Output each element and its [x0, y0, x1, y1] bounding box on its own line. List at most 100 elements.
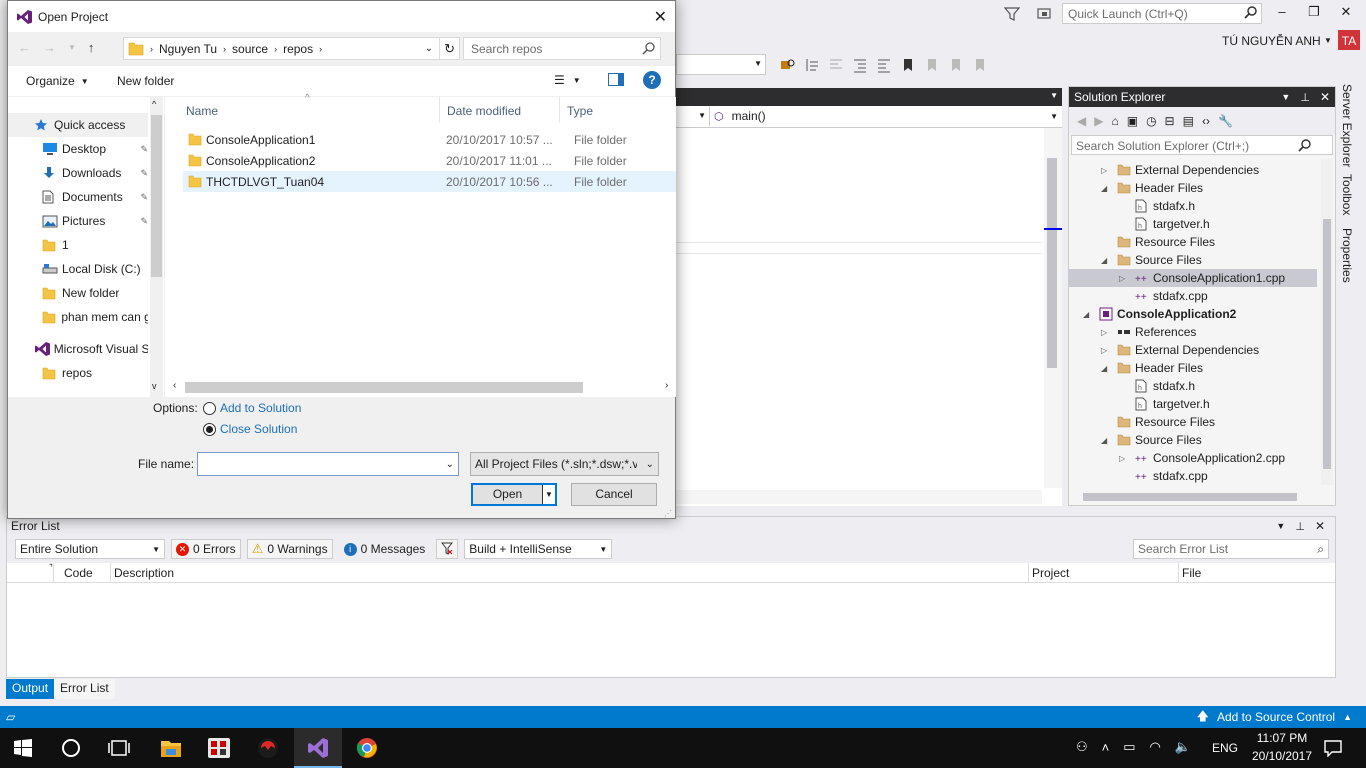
next-bookmark-icon[interactable] [948, 57, 964, 73]
file-type-filter[interactable]: All Project Files (*.sln;*.dsw;*.vc ⌄ [470, 452, 659, 476]
add-to-source-control[interactable]: Add to Source Control [1217, 710, 1335, 724]
organize-button[interactable]: Organize ▼ [26, 74, 89, 88]
scrollbar-thumb[interactable] [185, 382, 583, 393]
forward-arrow-icon[interactable]: → [43, 40, 56, 55]
close-icon[interactable]: ✕ [1320, 90, 1330, 104]
chevron-down-icon[interactable]: ▼ [1050, 91, 1058, 100]
pin-icon[interactable]: ✎ [140, 144, 148, 155]
chevron-down-icon[interactable]: ▼ [1324, 36, 1332, 45]
expanded-arrow-icon[interactable]: ◢ [1101, 436, 1117, 445]
tab-output[interactable]: Output [6, 679, 55, 699]
errors-filter-button[interactable]: ✕ 0 Errors [171, 539, 241, 559]
comment-icon[interactable] [828, 57, 844, 73]
file-list-hscrollbar[interactable]: ‹ › [173, 380, 673, 394]
expanded-arrow-icon[interactable]: ◢ [1101, 256, 1117, 265]
radio-button-selected[interactable] [203, 422, 216, 436]
close-solution-radio[interactable]: Close Solution [203, 422, 297, 436]
server-explorer-tab[interactable]: Server Explorer [1340, 84, 1354, 167]
visual-studio-taskbar-button[interactable] [294, 728, 342, 768]
warnings-filter-button[interactable]: ⚠ 0 Warnings [246, 539, 333, 559]
chrome-icon[interactable] [356, 737, 378, 759]
radio-button[interactable] [203, 401, 216, 415]
action-center-icon[interactable] [1324, 739, 1342, 757]
tab-error-list[interactable]: Error List [54, 679, 115, 699]
open-options-icon[interactable]: ▼ [542, 485, 555, 504]
tree-item[interactable]: Resource Files [1069, 233, 1317, 251]
solution-config-dropdown[interactable]: ▼ [676, 54, 766, 75]
wifi-icon[interactable]: ◠ [1150, 739, 1161, 755]
chevron-down-icon[interactable]: ▼ [573, 76, 581, 85]
properties-icon[interactable]: 🔧 [1218, 114, 1233, 128]
column-code[interactable]: Code [64, 566, 93, 580]
nav-item[interactable]: repos [8, 361, 148, 385]
clear-bookmarks-icon[interactable] [972, 57, 988, 73]
outdent-icon[interactable] [876, 57, 892, 73]
cancel-button[interactable]: Cancel [571, 483, 657, 506]
expanded-arrow-icon[interactable]: ◢ [1083, 310, 1099, 319]
tree-item[interactable]: ▷ References [1069, 323, 1317, 341]
collapsed-arrow-icon[interactable]: ▷ [1101, 166, 1117, 175]
collapse-all-icon[interactable]: ⊟ [1165, 114, 1175, 128]
view-icon[interactable]: ☰ [554, 73, 565, 87]
breadcrumb-item[interactable]: repos [283, 42, 313, 56]
pin-icon[interactable]: ✎ [140, 216, 148, 227]
tree-item[interactable]: ◢ Source Files [1069, 431, 1317, 449]
pin-icon[interactable]: ✎ [140, 192, 148, 203]
horizontal-scrollbar[interactable] [676, 490, 1042, 504]
chevron-up-icon[interactable]: ▲ [1343, 712, 1352, 722]
restore-icon[interactable]: ❐ [1302, 4, 1326, 24]
dialog-search-input[interactable]: Search repos [463, 37, 661, 60]
new-folder-button[interactable]: New folder [117, 74, 174, 88]
nav-item[interactable]: Pictures ✎ [8, 209, 148, 233]
nav-item[interactable]: Downloads ✎ [8, 161, 148, 185]
scrollbar-thumb[interactable] [151, 115, 162, 277]
garena-icon[interactable] [257, 737, 279, 759]
close-icon[interactable]: ✕ [1334, 4, 1358, 24]
messages-filter-button[interactable]: i 0 Messages [339, 539, 431, 559]
add-to-solution-radio[interactable]: Add to Solution [203, 401, 301, 415]
volume-icon[interactable]: 🔈 [1175, 739, 1191, 755]
pin-icon[interactable]: ⊥ [1300, 91, 1310, 104]
resize-grip-icon[interactable]: ⋰ [664, 509, 672, 518]
battery-icon[interactable]: ▭ [1123, 739, 1135, 755]
column-date-modified[interactable]: Date modified [447, 104, 521, 118]
pin-icon[interactable]: ⊥ [1295, 520, 1305, 533]
expanded-arrow-icon[interactable]: ◢ [1101, 364, 1117, 373]
tree-item[interactable]: ◢ Header Files [1069, 359, 1317, 377]
build-filter-dropdown[interactable]: Build + IntelliSense ▼ [464, 539, 613, 559]
cortana-icon[interactable] [62, 739, 80, 757]
close-icon[interactable]: ✕ [654, 7, 667, 27]
scrollbar-thumb[interactable] [1083, 493, 1297, 501]
collapsed-arrow-icon[interactable]: ▷ [1101, 328, 1117, 337]
language-indicator[interactable]: ENG [1212, 741, 1238, 755]
nav-item[interactable]: 1 [8, 233, 148, 257]
task-view-icon[interactable] [108, 740, 130, 756]
chevron-down-icon[interactable]: ⌄ [446, 459, 454, 470]
toolbox-tab[interactable]: Toolbox [1340, 174, 1354, 215]
pin-icon[interactable]: ✎ [140, 168, 148, 179]
refresh-icon[interactable]: ↻ [439, 38, 459, 59]
bookmark-icon[interactable] [900, 57, 916, 73]
recent-locations-icon[interactable]: ▼ [68, 43, 76, 52]
clock-date[interactable]: 20/10/2017 [1248, 749, 1316, 763]
solution-search-input[interactable]: Search Solution Explorer (Ctrl+;) [1071, 135, 1333, 155]
properties-tab[interactable]: Properties [1340, 228, 1354, 283]
clear-filter-icon[interactable] [436, 539, 459, 559]
breadcrumb-item[interactable]: Nguyen Tu [159, 42, 217, 56]
address-bar[interactable]: › Nguyen Tu › source › repos › ⌄ ↻ [123, 37, 460, 60]
nav-item[interactable]: Local Disk (C:) [8, 257, 148, 281]
chevron-right-icon[interactable]: › [665, 380, 668, 391]
nav-item[interactable]: phan mem can g [8, 305, 148, 329]
column-type[interactable]: Type [567, 104, 593, 118]
view-code-icon[interactable]: ‹› [1202, 114, 1210, 128]
nav-item[interactable]: Quick access [8, 113, 148, 137]
nav-scrollbar[interactable]: ^ v [150, 97, 163, 397]
user-name[interactable]: TÚ NGUYỄN ANH [1222, 34, 1321, 48]
column-file[interactable]: File [1182, 566, 1201, 580]
nav-item[interactable]: Desktop ✎ [8, 137, 148, 161]
home-icon[interactable]: ⌂ [1111, 114, 1118, 128]
chevron-up-icon[interactable]: ^ [152, 99, 156, 109]
code-editor[interactable] [676, 128, 1062, 506]
file-name-input[interactable]: ⌄ [197, 452, 459, 476]
avatar[interactable]: TA [1338, 30, 1360, 52]
